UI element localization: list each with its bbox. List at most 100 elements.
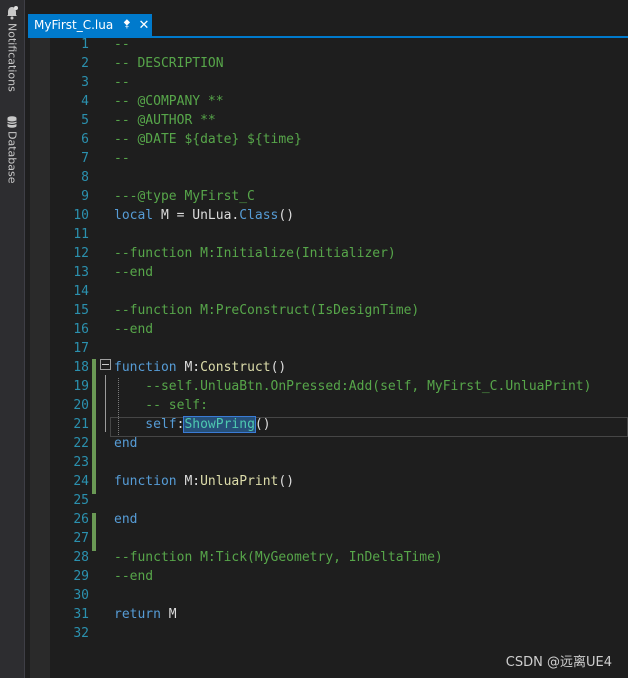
code-token: -- bbox=[114, 151, 130, 166]
code-line[interactable]: 20 -- self: bbox=[50, 396, 628, 415]
code-line[interactable]: 7 -- bbox=[50, 149, 628, 168]
code-token: -- bbox=[114, 75, 130, 90]
notifications-label: Notifications bbox=[5, 23, 19, 92]
code-token: -- self: bbox=[114, 398, 208, 413]
code-line[interactable]: 8 bbox=[50, 168, 628, 187]
code-line[interactable]: 28 --function M:Tick(MyGeometry, InDeltaT… bbox=[50, 548, 628, 567]
code-token: function bbox=[114, 474, 177, 489]
line-number: 14 bbox=[73, 284, 89, 299]
line-code: --end bbox=[114, 320, 153, 339]
editor-tab-bar: MyFirst_C.lua ⯞ ✕ bbox=[24, 14, 628, 36]
line-code: -- @COMPANY ** bbox=[114, 92, 224, 111]
line-number: 12 bbox=[73, 246, 89, 261]
line-number: 30 bbox=[73, 588, 89, 603]
line-code: -- @AUTHOR ** bbox=[114, 111, 216, 130]
code-line[interactable]: 31 return M bbox=[50, 605, 628, 624]
code-line[interactable]: 13 --end bbox=[50, 263, 628, 282]
line-code: --function M:PreConstruct(IsDesignTime) bbox=[114, 301, 419, 320]
code-token: M bbox=[160, 607, 177, 622]
code-line[interactable]: 3 -- bbox=[50, 73, 628, 92]
line-number: 25 bbox=[73, 493, 89, 508]
side-tool-strip: Notifications Database bbox=[0, 0, 25, 678]
line-number: 9 bbox=[81, 189, 89, 204]
code-token: end bbox=[114, 512, 138, 527]
line-number: 22 bbox=[73, 436, 89, 451]
bell-icon bbox=[6, 6, 18, 20]
line-code: --self.UnluaBtn.OnPressed:Add(self, MyFi… bbox=[114, 377, 591, 396]
code-line[interactable]: 29 --end bbox=[50, 567, 628, 586]
code-line[interactable]: 21 self:ShowPring() bbox=[50, 415, 628, 434]
line-code: -- bbox=[114, 35, 130, 54]
code-token: UnluaPrint bbox=[200, 474, 279, 489]
database-label: Database bbox=[5, 131, 19, 184]
watermark: CSDN @远离UE4 bbox=[505, 655, 612, 670]
pin-icon[interactable]: ⯞ bbox=[123, 17, 130, 34]
code-line[interactable]: 27 bbox=[50, 529, 628, 548]
code-token: () bbox=[254, 417, 271, 432]
code-editor[interactable]: 1 -- 2 -- DESCRIPTION 3 -- 4 -- @COMPANY ** 5 -- … bbox=[50, 35, 628, 678]
code-line[interactable]: 15 --function M:PreConstruct(IsDesignTime… bbox=[50, 301, 628, 320]
code-line[interactable]: 14 bbox=[50, 282, 628, 301]
code-line[interactable]: 1 -- bbox=[50, 35, 628, 54]
code-line[interactable]: 23 bbox=[50, 453, 628, 472]
line-number: 8 bbox=[81, 170, 89, 185]
code-line[interactable]: 11 bbox=[50, 225, 628, 244]
editor-indicator-margin bbox=[30, 38, 50, 678]
code-line[interactable]: 5 -- @AUTHOR ** bbox=[50, 111, 628, 130]
line-code: -- bbox=[114, 149, 130, 168]
collapse-toggle-icon[interactable] bbox=[100, 359, 111, 370]
code-token: function bbox=[114, 360, 177, 375]
code-line[interactable]: 17 bbox=[50, 339, 628, 358]
line-number: 6 bbox=[81, 132, 89, 147]
code-line[interactable]: 12 --function M:Initialize(Initializer) bbox=[50, 244, 628, 263]
code-line[interactable]: 30 bbox=[50, 586, 628, 605]
line-code: -- self: bbox=[114, 396, 208, 415]
code-line[interactable]: 25 bbox=[50, 491, 628, 510]
editor-tab-myfirst-c[interactable]: MyFirst_C.lua ⯞ ✕ bbox=[28, 14, 152, 36]
code-line[interactable]: 18 function M:Construct() bbox=[50, 358, 628, 377]
code-token: () bbox=[270, 360, 287, 375]
code-token: --end bbox=[114, 569, 154, 584]
code-line[interactable]: 2 -- DESCRIPTION bbox=[50, 54, 628, 73]
code-line[interactable]: 6 -- @DATE ${date} ${time} bbox=[50, 130, 628, 149]
code-line[interactable]: 24 function M:UnluaPrint() bbox=[50, 472, 628, 491]
code-token: --end bbox=[114, 265, 154, 280]
line-number: 29 bbox=[73, 569, 89, 584]
code-token: --end bbox=[114, 322, 154, 337]
close-icon[interactable]: ✕ bbox=[139, 18, 150, 33]
line-number: 23 bbox=[73, 455, 89, 470]
line-number: 10 bbox=[73, 208, 89, 223]
line-number: 11 bbox=[73, 227, 89, 242]
line-code: function M:UnluaPrint() bbox=[114, 472, 294, 491]
code-line[interactable]: 32 bbox=[50, 624, 628, 643]
code-line[interactable]: 19 --self.UnluaBtn.OnPressed:Add(self, M… bbox=[50, 377, 628, 396]
code-token: -- @DATE ${date} ${time} bbox=[114, 132, 302, 147]
code-token: --function M:Initialize(Initializer) bbox=[114, 246, 396, 261]
code-token: -- DESCRIPTION bbox=[114, 56, 224, 71]
line-number: 2 bbox=[81, 56, 89, 71]
line-number: 15 bbox=[73, 303, 89, 318]
line-number: 18 bbox=[73, 360, 89, 375]
line-number: 20 bbox=[73, 398, 89, 413]
line-number: 4 bbox=[81, 94, 89, 109]
notifications-tab[interactable]: Notifications bbox=[2, 6, 22, 92]
code-line[interactable]: 22 end bbox=[50, 434, 628, 453]
line-code: -- DESCRIPTION bbox=[114, 54, 224, 73]
code-line[interactable]: 9 ---@type MyFirst_C bbox=[50, 187, 628, 206]
code-line[interactable]: 10 local M = UnLua.Class() bbox=[50, 206, 628, 225]
database-tab[interactable]: Database bbox=[2, 116, 22, 184]
line-number: 19 bbox=[73, 379, 89, 394]
line-code: --end bbox=[114, 567, 153, 586]
line-number: 17 bbox=[73, 341, 89, 356]
line-number: 1 bbox=[81, 37, 89, 52]
code-line[interactable]: 26 end bbox=[50, 510, 628, 529]
code-line[interactable]: 4 -- @COMPANY ** bbox=[50, 92, 628, 111]
code-token: end bbox=[114, 436, 138, 451]
code-line[interactable]: 16 --end bbox=[50, 320, 628, 339]
code-token: M = UnLua. bbox=[153, 208, 240, 223]
code-token: Construct bbox=[200, 360, 271, 375]
line-number: 28 bbox=[73, 550, 89, 565]
code-token: M: bbox=[176, 360, 201, 375]
code-token: M: bbox=[176, 474, 201, 489]
line-number: 32 bbox=[73, 626, 89, 641]
